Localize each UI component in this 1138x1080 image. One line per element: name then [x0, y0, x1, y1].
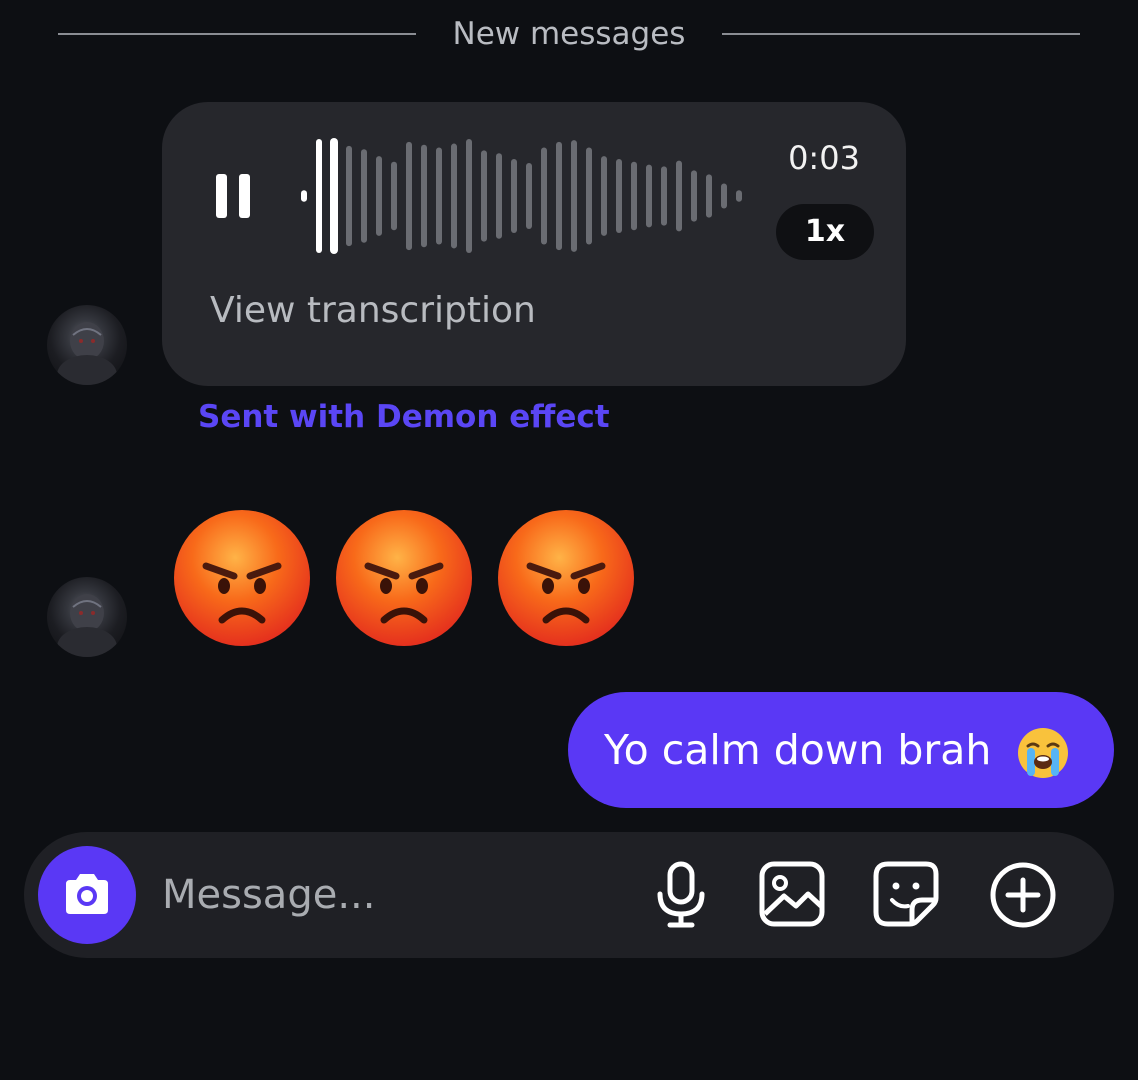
playback-head[interactable]: [330, 138, 338, 254]
waveform-bar: [316, 139, 322, 253]
waveform-bar: [616, 158, 622, 234]
waveform-bar: [556, 141, 562, 251]
microphone-icon: [657, 861, 705, 928]
audio-waveform[interactable]: [300, 136, 750, 256]
sender-avatar[interactable]: [47, 305, 127, 385]
pause-icon-bar: [239, 174, 250, 218]
waveform-bar: [496, 153, 502, 239]
waveform-bar: [301, 190, 307, 202]
waveform-bar: [676, 160, 682, 232]
waveform-bar: [541, 147, 547, 245]
waveform-bar: [511, 158, 517, 234]
waveform-bar: [571, 140, 577, 252]
pause-icon-bar: [216, 174, 227, 218]
playback-speed-button[interactable]: 1x: [776, 204, 874, 260]
waveform-bar: [421, 144, 427, 248]
loudly-crying-face-emoji: [1018, 728, 1068, 778]
pause-button[interactable]: [216, 174, 250, 218]
image-icon: [759, 861, 825, 927]
waveform-bar: [736, 190, 742, 202]
microphone-button[interactable]: [646, 860, 716, 930]
view-transcription-link[interactable]: View transcription: [210, 288, 536, 334]
waveform-bar: [346, 145, 352, 247]
angry-face-emoji: [498, 510, 634, 646]
sticker-icon: [873, 861, 939, 927]
waveform-bar: [631, 161, 637, 231]
gallery-button[interactable]: [758, 860, 828, 930]
waveform-bar: [406, 141, 412, 251]
message-composer: [24, 832, 1114, 958]
effect-note: Sent with Demon effect: [198, 399, 610, 435]
waveform-bar: [526, 162, 532, 230]
voice-duration: 0:03: [788, 139, 860, 177]
message-input[interactable]: [162, 862, 622, 928]
waveform-bar: [721, 183, 727, 209]
waveform-bar: [706, 174, 712, 218]
waveform-bar: [691, 170, 697, 222]
waveform-bar: [361, 149, 367, 243]
waveform-bar: [451, 143, 457, 249]
waveform-bar: [661, 166, 667, 226]
waveform-bar: [481, 150, 487, 242]
new-messages-divider: New messages: [58, 14, 1080, 54]
more-options-button[interactable]: [988, 860, 1058, 930]
plus-circle-icon: [990, 862, 1056, 928]
sticker-button[interactable]: [872, 860, 942, 930]
angry-face-emoji: [336, 510, 472, 646]
waveform-bar: [601, 156, 607, 236]
waveform-bar: [646, 164, 652, 228]
waveform-bar: [391, 161, 397, 231]
waveform-bar: [436, 147, 442, 245]
voice-message-bubble[interactable]: 0:03 1x View transcription: [162, 102, 906, 386]
waveform-bar: [376, 156, 382, 236]
sender-avatar[interactable]: [47, 577, 127, 657]
sent-message-bubble[interactable]: Yo calm down brah: [568, 692, 1114, 808]
waveform-bar: [466, 139, 472, 253]
camera-button[interactable]: [38, 846, 136, 944]
divider-line-right: [722, 33, 1080, 35]
angry-face-emoji: [174, 510, 310, 646]
sent-message-text: Yo calm down brah: [604, 726, 992, 774]
waveform-bar: [586, 147, 592, 245]
camera-icon: [66, 874, 108, 914]
